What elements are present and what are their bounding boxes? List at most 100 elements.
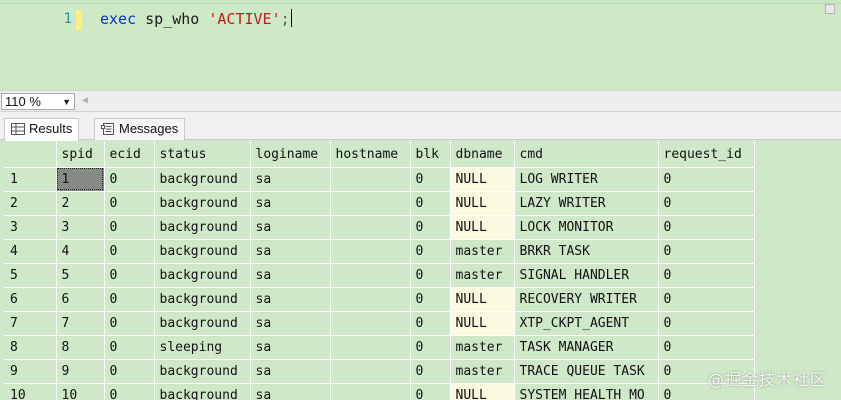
cell-dbname[interactable]: master [450,359,515,384]
cell-ecid[interactable]: 0 [104,191,155,216]
cell-loginame[interactable]: sa [250,263,331,288]
table-row[interactable]: 9 9 0 background sa 0 master TRACE QUEUE TASK 0 [4,359,755,384]
row-number[interactable]: 3 [4,215,57,240]
cell-cmd[interactable]: LOG WRITER [514,167,659,192]
column-header-ecid[interactable]: ecid [104,142,155,168]
cell-hostname[interactable] [330,215,411,240]
row-number[interactable]: 2 [4,191,57,216]
cell-spid[interactable]: 4 [56,239,105,264]
cell-cmd[interactable]: BRKR TASK [514,239,659,264]
cell-spid[interactable]: 6 [56,287,105,312]
cell-blk[interactable]: 0 [410,263,451,288]
cell-dbname[interactable]: NULL [450,383,515,400]
cell-loginame[interactable]: sa [250,335,331,360]
cell-blk[interactable]: 0 [410,335,451,360]
cell-dbname[interactable]: NULL [450,215,515,240]
cell-spid[interactable]: 5 [56,263,105,288]
code-line[interactable]: exec sp_who 'ACTIVE'; [100,8,292,30]
cell-dbname[interactable]: NULL [450,191,515,216]
cell-loginame[interactable]: sa [250,215,331,240]
cell-dbname[interactable]: master [450,263,515,288]
cell-dbname[interactable]: NULL [450,311,515,336]
cell-spid[interactable]: 7 [56,311,105,336]
cell-loginame[interactable]: sa [250,239,331,264]
chevron-down-icon[interactable]: ▼ [62,95,71,110]
cell-ecid[interactable]: 0 [104,263,155,288]
cell-ecid[interactable]: 0 [104,215,155,240]
column-header-blk[interactable]: blk [410,142,451,168]
cell-loginame[interactable]: sa [250,287,331,312]
cell-status[interactable]: background [154,215,251,240]
cell-status[interactable]: background [154,191,251,216]
cell-request-id[interactable]: 0 [658,287,755,312]
table-row[interactable]: 1 1 0 background sa 0 NULL LOG WRITER 0 [4,167,755,192]
column-header-cmd[interactable]: cmd [514,142,659,168]
cell-cmd[interactable]: LAZY WRITER [514,191,659,216]
cell-cmd[interactable]: TASK MANAGER [514,335,659,360]
table-row[interactable]: 3 3 0 background sa 0 NULL LOCK MONITOR 0 [4,215,755,240]
cell-request-id[interactable]: 0 [658,191,755,216]
column-header-status[interactable]: status [154,142,251,168]
column-header-loginame[interactable]: loginame [250,142,331,168]
collapse-icon[interactable] [825,4,835,14]
cell-dbname[interactable]: master [450,335,515,360]
cell-status[interactable]: background [154,263,251,288]
cell-ecid[interactable]: 0 [104,239,155,264]
table-row[interactable]: 8 8 0 sleeping sa 0 master TASK MANAGER 0 [4,335,755,360]
cell-hostname[interactable] [330,191,411,216]
tab-results[interactable]: Results [4,118,80,141]
cell-hostname[interactable] [330,239,411,264]
cell-spid[interactable]: 3 [56,215,105,240]
cell-spid[interactable]: 8 [56,335,105,360]
cell-cmd[interactable]: XTP_CKPT_AGENT [514,311,659,336]
cell-loginame[interactable]: sa [250,191,331,216]
table-row[interactable]: 2 2 0 background sa 0 NULL LAZY WRITER 0 [4,191,755,216]
cell-ecid[interactable]: 0 [104,287,155,312]
cell-blk[interactable]: 0 [410,359,451,384]
cell-blk[interactable]: 0 [410,167,451,192]
cell-blk[interactable]: 0 [410,311,451,336]
header-corner[interactable] [4,142,57,168]
scroll-left-icon[interactable]: ◀ [82,94,88,108]
table-row[interactable]: 6 6 0 background sa 0 NULL RECOVERY WRITER 0 [4,287,755,312]
cell-cmd[interactable]: LOCK MONITOR [514,215,659,240]
tab-messages[interactable]: Messages [94,118,186,140]
row-number[interactable]: 6 [4,287,57,312]
cell-status[interactable]: background [154,311,251,336]
cell-hostname[interactable] [330,311,411,336]
zoom-select[interactable]: 110 % ▼ [1,93,75,110]
cell-blk[interactable]: 0 [410,383,451,400]
cell-status[interactable]: background [154,239,251,264]
cell-ecid[interactable]: 0 [104,359,155,384]
table-row[interactable]: 4 4 0 background sa 0 master BRKR TASK 0 [4,239,755,264]
column-header-dbname[interactable]: dbname [450,142,515,168]
cell-spid[interactable]: 1 [56,167,105,192]
cell-request-id[interactable]: 0 [658,167,755,192]
cell-hostname[interactable] [330,383,411,400]
row-number[interactable]: 8 [4,335,57,360]
cell-dbname[interactable]: master [450,239,515,264]
table-row[interactable]: 10 10 0 background sa 0 NULL SYSTEM_HEALTH_MO 0 [4,383,755,400]
row-number[interactable]: 9 [4,359,57,384]
row-number[interactable]: 4 [4,239,57,264]
cell-cmd[interactable]: SYSTEM_HEALTH_MO [514,383,659,400]
cell-spid[interactable]: 10 [56,383,105,400]
row-number[interactable]: 1 [4,167,57,192]
cell-spid[interactable]: 9 [56,359,105,384]
cell-request-id[interactable]: 0 [658,239,755,264]
query-editor[interactable]: 1 exec sp_who 'ACTIVE'; [0,0,841,90]
cell-cmd[interactable]: TRACE QUEUE TASK [514,359,659,384]
cell-hostname[interactable] [330,167,411,192]
cell-status[interactable]: background [154,287,251,312]
cell-request-id[interactable]: 0 [658,335,755,360]
cell-cmd[interactable]: RECOVERY WRITER [514,287,659,312]
cell-blk[interactable]: 0 [410,287,451,312]
table-row[interactable]: 5 5 0 background sa 0 master SIGNAL HANDLER 0 [4,263,755,288]
cell-status[interactable]: background [154,359,251,384]
cell-status[interactable]: sleeping [154,335,251,360]
cell-loginame[interactable]: sa [250,359,331,384]
row-number[interactable]: 5 [4,263,57,288]
cell-hostname[interactable] [330,287,411,312]
cell-dbname[interactable]: NULL [450,287,515,312]
column-header-request-id[interactable]: request_id [658,142,755,168]
